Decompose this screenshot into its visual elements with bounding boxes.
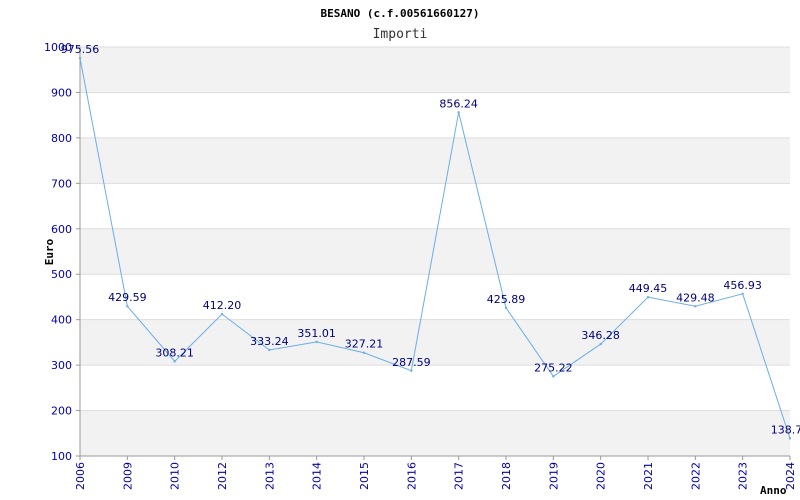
x-tick-label: 2009 <box>121 462 134 490</box>
data-point <box>599 342 602 346</box>
grid-band <box>80 137 790 184</box>
data-label: 308.21 <box>155 346 194 359</box>
data-point <box>410 369 413 372</box>
y-tick-label: 200 <box>51 405 72 418</box>
data-label: 429.59 <box>108 291 147 304</box>
y-tick-label: 100 <box>51 450 72 463</box>
y-tick-label: 600 <box>51 223 72 236</box>
y-tick-label: 400 <box>51 314 72 327</box>
grid-bands <box>80 47 790 456</box>
y-tick-label: 500 <box>51 268 72 281</box>
chart-title: BESANO (c.f.00561660127) <box>321 7 480 20</box>
x-tick-label: 2014 <box>311 462 324 490</box>
y-axis-title: Euro <box>43 238 56 265</box>
x-tick-label: 2012 <box>216 462 229 490</box>
x-tick-labels: 2006 2009 2010 2012 2013 2014 2015 2016 2017 2018… <box>74 462 797 490</box>
data-point <box>78 56 82 60</box>
x-tick-label: 2016 <box>405 462 418 490</box>
data-point <box>315 340 318 344</box>
data-label: 351.01 <box>297 327 336 340</box>
data-point <box>788 437 792 440</box>
y-tick-label: 300 <box>51 359 72 372</box>
data-label: 425.89 <box>487 293 526 306</box>
data-label: 856.24 <box>439 97 478 110</box>
x-tick-label: 2006 <box>74 462 87 490</box>
x-tick-label: 2015 <box>358 462 371 490</box>
data-point <box>173 360 176 363</box>
chart-subtitle: Importi <box>373 27 428 42</box>
data-point <box>126 305 129 308</box>
data-label: 412.20 <box>203 299 242 312</box>
data-point <box>552 375 555 378</box>
data-label: 449.45 <box>629 282 668 295</box>
x-tick-label: 2020 <box>595 462 608 490</box>
grid-band <box>80 410 790 456</box>
y-tick-label: 700 <box>51 177 72 190</box>
data-point <box>694 305 697 308</box>
data-point <box>362 351 366 354</box>
data-label: 975.56 <box>61 43 100 56</box>
data-label: 327.21 <box>345 338 384 351</box>
x-tick-label: 2017 <box>453 462 466 490</box>
x-axis-title: Anno <box>760 484 787 497</box>
data-point <box>268 348 271 352</box>
data-label: 138.76 <box>771 423 800 436</box>
grid-band <box>80 47 790 93</box>
y-tick-label: 900 <box>51 86 72 99</box>
x-tick-label: 2021 <box>642 462 655 490</box>
x-tick-label: 2013 <box>263 462 276 490</box>
data-label: 333.24 <box>250 335 289 348</box>
data-point <box>741 292 744 295</box>
x-tick-label: 2023 <box>737 462 750 490</box>
data-point <box>504 306 508 310</box>
x-tick-label: 2018 <box>500 462 513 490</box>
data-label: 275.22 <box>534 361 573 374</box>
data-point <box>646 295 650 299</box>
line-chart: 1002003004005006007008009001000 2006 2009… <box>43 7 800 497</box>
data-label: 287.59 <box>392 356 431 369</box>
x-tick-label: 2010 <box>169 462 182 490</box>
y-tick-label: 800 <box>51 132 72 145</box>
data-point <box>220 312 224 316</box>
grid-band <box>80 228 790 275</box>
x-tick-label: 2022 <box>689 462 702 490</box>
data-point <box>457 111 460 114</box>
data-label: 429.48 <box>676 291 715 304</box>
data-label: 456.93 <box>723 279 762 292</box>
data-label: 346.28 <box>581 329 620 342</box>
x-tick-label: 2019 <box>547 462 560 490</box>
